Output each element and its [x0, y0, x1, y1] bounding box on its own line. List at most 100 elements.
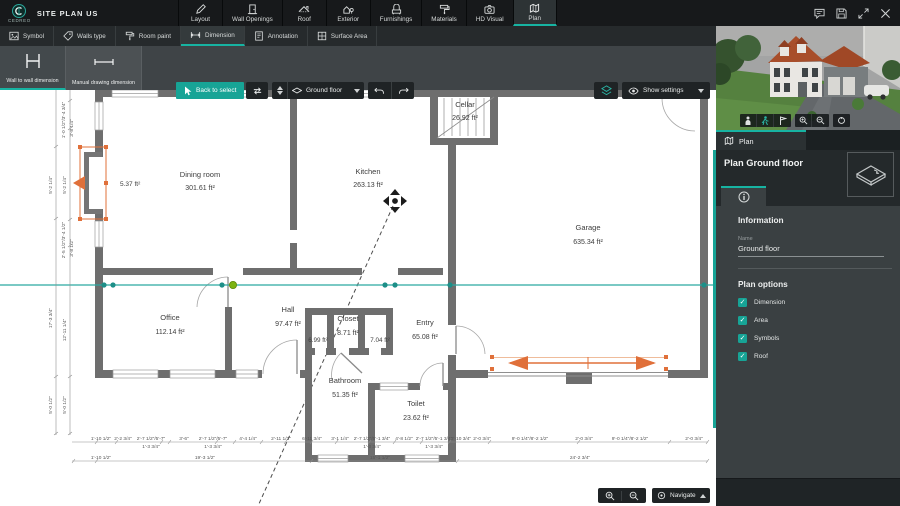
floor-plan-drawing[interactable]: 5.37 ft² Dining room 301.61 ft² Kitchen … [0, 90, 716, 506]
checkbox-checked-icon[interactable]: ✓ [738, 352, 747, 361]
zoom-out-button[interactable] [622, 491, 645, 501]
preview-zoom-in-button[interactable] [795, 114, 812, 127]
checkbox-checked-icon[interactable]: ✓ [738, 334, 747, 343]
manual-drawing-dimension-button[interactable]: Manual drawing dimension [66, 46, 142, 90]
svg-text:3'-8 1/2": 3'-8 1/2" [69, 239, 75, 257]
map-icon [724, 136, 734, 146]
svg-text:2'-7 1/2"/5'-1 3/4": 2'-7 1/2"/5'-1 3/4" [416, 436, 453, 442]
svg-text:5'-0 1/2": 5'-0 1/2" [48, 396, 54, 414]
svg-text:1'-3 3/4": 1'-3 3/4" [142, 444, 160, 450]
svg-text:5'-0 1/2": 5'-0 1/2" [62, 396, 68, 414]
house-3d-preview[interactable] [716, 26, 900, 130]
dimension-text-row1: 1'-10 1/2" 2'-2 3/4" 2'-7 1/2"/5'-7" 3'-… [91, 436, 703, 442]
undo-button[interactable] [368, 82, 391, 99]
application-window: CEDREO SITE PLAN US Layout Wall Openings… [0, 0, 900, 506]
nav-item-exterior[interactable]: Exterior [325, 0, 370, 26]
fireplace-area-label: 5.37 ft² [120, 181, 141, 188]
layers-button[interactable] [594, 82, 618, 99]
orbit-view-button[interactable] [833, 114, 850, 127]
aerial-view-button[interactable] [774, 114, 791, 127]
svg-text:3'-10 3/4": 3'-10 3/4" [451, 436, 472, 442]
nav-item-roof[interactable]: Roof [281, 0, 326, 26]
right-panel: Plan Plan Ground floor Information Name … [716, 26, 900, 506]
tab-annotation[interactable]: Annotation [245, 26, 308, 46]
floor-stepper[interactable] [272, 82, 287, 99]
nav-item-layout[interactable]: Layout [178, 0, 222, 26]
active-node-green[interactable] [228, 280, 237, 289]
room-area: 263.13 ft² [353, 182, 383, 189]
fireplace-arrow [73, 176, 85, 190]
save-icon[interactable] [836, 7, 847, 19]
nav-item-furnishings[interactable]: Furnishings [369, 0, 422, 26]
option-symbols[interactable]: ✓ Symbols [738, 334, 886, 343]
preview-zoom-out-button[interactable] [812, 114, 829, 127]
divider [738, 268, 892, 269]
room-area: 301.61 ft² [185, 185, 215, 192]
room-area: 65.08 ft² [412, 334, 438, 341]
tab-symbol[interactable]: Symbol [0, 26, 54, 46]
rotate-plan-button[interactable] [246, 82, 268, 99]
tab-dimension[interactable]: Dimension [181, 26, 245, 46]
tab-surface-area[interactable]: Surface Area [308, 26, 378, 46]
top-navigation: Layout Wall Openings Roof Exterior Furni… [178, 0, 557, 26]
rotate-icon [252, 86, 263, 96]
history-buttons [368, 82, 414, 99]
brand-block: CEDREO SITE PLAN US [0, 0, 150, 26]
room-area: 23.62 ft² [403, 415, 429, 422]
floor-plan-canvas[interactable]: 5.37 ft² Dining room 301.61 ft² Kitchen … [0, 90, 716, 506]
svg-text:4'-8 1/2": 4'-8 1/2" [395, 436, 413, 442]
panel-scrollbar[interactable] [713, 150, 716, 428]
svg-text:1'-3 3/4": 1'-3 3/4" [425, 444, 443, 450]
tab-information[interactable] [721, 186, 766, 206]
project-title: SITE PLAN US [36, 8, 99, 18]
navigate-button[interactable]: Navigate [652, 488, 710, 503]
svg-text:3'-1 1/4": 3'-1 1/4" [331, 436, 349, 442]
svg-text:5'-2 1/4": 5'-2 1/4" [62, 176, 68, 194]
nav-item-wall-openings[interactable]: Wall Openings [222, 0, 282, 26]
checkbox-checked-icon[interactable]: ✓ [738, 316, 747, 325]
redo-button[interactable] [392, 82, 414, 99]
information-heading: Information [738, 215, 784, 225]
name-field[interactable]: Ground floor [738, 244, 884, 257]
door-gaps [315, 348, 381, 355]
dimension-text-sub: 1'-3 3/4" 1'-3 3/4" 1'-3 3/4" 1'-3 3/4" [142, 444, 443, 450]
ruler-icon [190, 30, 201, 40]
nav-item-plan[interactable]: Plan [512, 0, 557, 26]
floor-selector[interactable]: Ground floor [272, 82, 364, 99]
dimension-line-teal[interactable] [0, 280, 716, 289]
symbol-icon [9, 31, 19, 41]
zoom-in-button[interactable] [598, 490, 622, 501]
close-icon[interactable] [880, 8, 891, 19]
tab-walls-type[interactable]: Walls type [54, 26, 116, 46]
feedback-icon[interactable] [814, 8, 825, 19]
nav-item-hd-visual[interactable]: HD Visual [465, 0, 513, 26]
show-settings-button[interactable]: Show settings [622, 82, 710, 99]
selected-fireplace-symbol[interactable]: 5.37 ft² [73, 145, 141, 221]
svg-text:9'-0 1/4"/8'-2 1/2": 9'-0 1/4"/8'-2 1/2" [612, 436, 649, 442]
nav-item-materials[interactable]: Materials [421, 0, 466, 26]
floor-selector-value: Ground floor [306, 87, 343, 94]
option-roof[interactable]: ✓ Roof [738, 352, 886, 361]
walk-view-button[interactable] [757, 114, 774, 127]
option-dimension[interactable]: ✓ Dimension [738, 298, 886, 307]
fullscreen-icon[interactable] [858, 7, 869, 19]
plan-tools-toolbar: Symbol Walls type Room paint Dimension A… [0, 26, 716, 46]
room-area: 51.35 ft² [332, 392, 358, 399]
floor-slab-icon [855, 164, 886, 186]
garage-door-symbol[interactable] [490, 355, 668, 371]
chevron-down-icon [354, 88, 360, 93]
svg-text:12'-11 1/4": 12'-11 1/4" [62, 318, 68, 341]
walls [95, 90, 708, 462]
cedreo-logo-icon [11, 3, 27, 19]
svg-text:2'-11 1/2": 2'-11 1/2" [271, 436, 291, 442]
tab-room-paint[interactable]: Room paint [116, 26, 182, 46]
option-area[interactable]: ✓ Area [738, 316, 886, 325]
brand-name: CEDREO [8, 18, 31, 23]
tab-plan-panel[interactable]: Plan [716, 130, 806, 150]
back-to-select-button[interactable]: Back to select [176, 82, 245, 99]
info-icon [738, 191, 750, 203]
person-view-button[interactable] [740, 114, 757, 127]
floor-thumbnail[interactable] [847, 152, 894, 197]
wall-to-wall-dimension-button[interactable]: Wall to wall dimension [0, 46, 66, 90]
checkbox-checked-icon[interactable]: ✓ [738, 298, 747, 307]
